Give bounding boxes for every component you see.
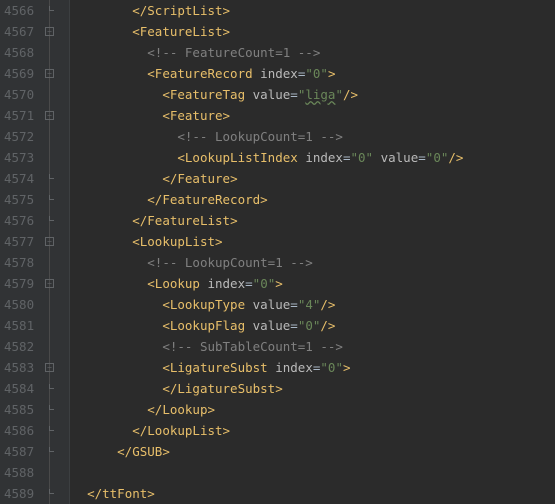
fold-end-icon bbox=[49, 405, 54, 410]
code-line[interactable]: <!-- FeatureCount=1 --> bbox=[72, 42, 555, 63]
code-line[interactable]: <!-- LookupCount=1 --> bbox=[72, 252, 555, 273]
line-number: 4570 bbox=[4, 84, 34, 105]
line-number: 4584 bbox=[4, 378, 34, 399]
code-line[interactable]: <!-- SubTableCount=1 --> bbox=[72, 336, 555, 357]
line-number: 4582 bbox=[4, 336, 34, 357]
line-number: 4568 bbox=[4, 42, 34, 63]
line-number: 4571 bbox=[4, 105, 34, 126]
code-line[interactable]: <FeatureRecord index="0"> bbox=[72, 63, 555, 84]
code-line[interactable]: </GSUB> bbox=[72, 441, 555, 462]
line-number: 4583 bbox=[4, 357, 34, 378]
fold-toggle-icon[interactable]: − bbox=[45, 279, 54, 288]
fold-end-icon bbox=[49, 174, 54, 179]
code-line[interactable]: </LigatureSubst> bbox=[72, 378, 555, 399]
fold-toggle-icon[interactable]: − bbox=[45, 69, 54, 78]
line-number: 4587 bbox=[4, 441, 34, 462]
code-line[interactable]: </ScriptList> bbox=[72, 0, 555, 21]
line-number: 4586 bbox=[4, 420, 34, 441]
fold-end-icon bbox=[49, 6, 54, 11]
line-number: 4575 bbox=[4, 189, 34, 210]
code-line[interactable]: <Lookup index="0"> bbox=[72, 273, 555, 294]
code-line[interactable]: </FeatureList> bbox=[72, 210, 555, 231]
code-line[interactable]: <LookupList> bbox=[72, 231, 555, 252]
code-line[interactable]: <LookupType value="4"/> bbox=[72, 294, 555, 315]
line-number: 4567 bbox=[4, 21, 34, 42]
line-number: 4576 bbox=[4, 210, 34, 231]
line-number: 4569 bbox=[4, 63, 34, 84]
code-line[interactable]: <LookupFlag value="0"/> bbox=[72, 315, 555, 336]
line-number: 4574 bbox=[4, 168, 34, 189]
line-number: 4573 bbox=[4, 147, 34, 168]
fold-end-icon bbox=[49, 426, 54, 431]
fold-end-icon bbox=[49, 447, 54, 452]
line-number: 4577 bbox=[4, 231, 34, 252]
line-number: 4572 bbox=[4, 126, 34, 147]
code-line[interactable]: <LookupListIndex index="0" value="0"/> bbox=[72, 147, 555, 168]
code-line[interactable]: <FeatureTag value="liga"/> bbox=[72, 84, 555, 105]
fold-toggle-icon[interactable]: − bbox=[45, 27, 54, 36]
code-line[interactable]: <Feature> bbox=[72, 105, 555, 126]
line-number: 4585 bbox=[4, 399, 34, 420]
code-line[interactable]: <LigatureSubst index="0"> bbox=[72, 357, 555, 378]
code-line[interactable]: </Lookup> bbox=[72, 399, 555, 420]
fold-end-icon bbox=[49, 216, 54, 221]
code-line[interactable]: </ttFont> bbox=[72, 483, 555, 504]
line-number-gutter: 4566456745684569457045714572457345744575… bbox=[0, 0, 42, 504]
line-number: 4578 bbox=[4, 252, 34, 273]
code-area[interactable]: </ScriptList> <FeatureList> <!-- Feature… bbox=[70, 0, 555, 504]
fold-toggle-icon[interactable]: − bbox=[45, 237, 54, 246]
fold-end-icon bbox=[49, 384, 54, 389]
line-number: 4588 bbox=[4, 462, 34, 483]
code-line[interactable]: <!-- LookupCount=1 --> bbox=[72, 126, 555, 147]
fold-toggle-icon[interactable]: − bbox=[45, 111, 54, 120]
code-line[interactable]: </Feature> bbox=[72, 168, 555, 189]
code-editor[interactable]: 4566456745684569457045714572457345744575… bbox=[0, 0, 555, 504]
fold-toggle-icon[interactable]: − bbox=[45, 363, 54, 372]
code-line[interactable]: </FeatureRecord> bbox=[72, 189, 555, 210]
line-number: 4581 bbox=[4, 315, 34, 336]
code-line[interactable]: <FeatureList> bbox=[72, 21, 555, 42]
code-line[interactable] bbox=[72, 462, 555, 483]
code-line[interactable]: </LookupList> bbox=[72, 420, 555, 441]
fold-end-icon bbox=[49, 489, 54, 494]
line-number: 4579 bbox=[4, 273, 34, 294]
line-number: 4580 bbox=[4, 294, 34, 315]
fold-end-icon bbox=[49, 195, 54, 200]
editor-margin bbox=[58, 0, 70, 504]
line-number: 4589 bbox=[4, 483, 34, 504]
line-number: 4566 bbox=[4, 0, 34, 21]
fold-column[interactable]: − − − − − − bbox=[42, 0, 58, 504]
